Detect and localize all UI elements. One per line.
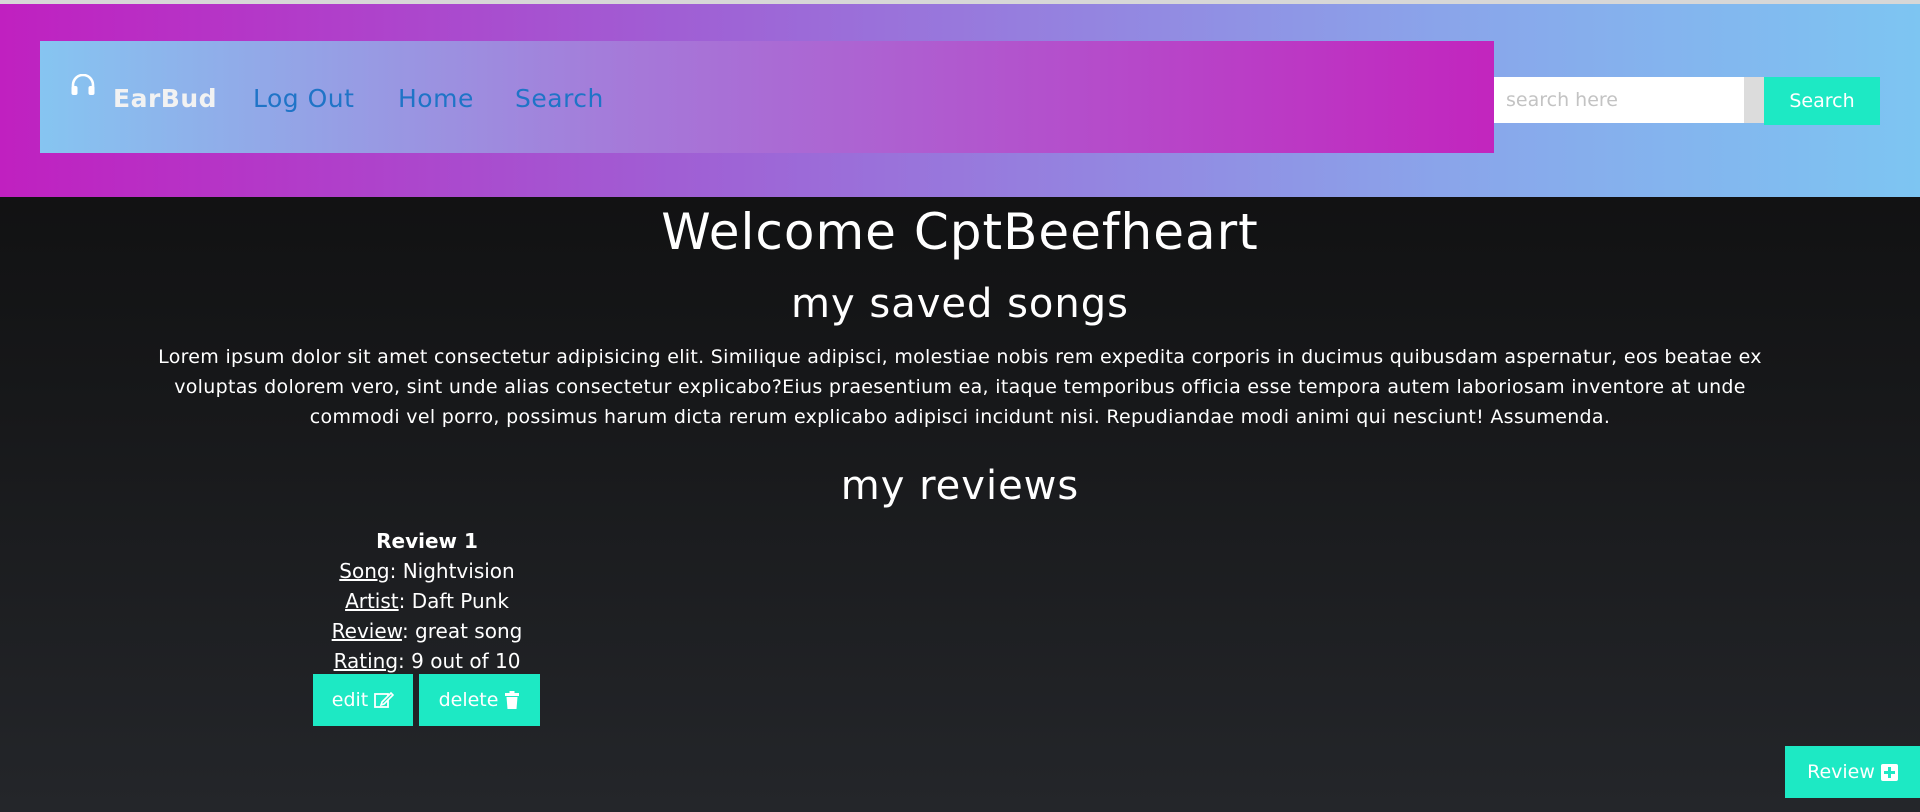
- review-rating-line: Rating: 9 out of 10: [333, 649, 521, 673]
- search-button[interactable]: Search: [1764, 77, 1880, 125]
- review-label: Review: [331, 619, 402, 643]
- artist-value: Daft Punk: [411, 589, 509, 613]
- welcome-heading: Welcome CptBeefheart: [661, 203, 1259, 261]
- saved-songs-text: Lorem ipsum dolor sit amet consectetur a…: [158, 346, 1762, 428]
- review-song-line: Song: Nightvision: [339, 559, 515, 583]
- nav-link-logout[interactable]: Log Out: [253, 84, 354, 113]
- review-artist-line: Artist: Daft Punk: [345, 589, 509, 613]
- saved-songs-heading: my saved songs: [791, 281, 1129, 327]
- search-input[interactable]: [1494, 77, 1744, 123]
- song-value: Nightvision: [402, 559, 515, 583]
- edit-icon: [374, 691, 395, 709]
- delete-button[interactable]: delete: [419, 674, 540, 726]
- plus-square-icon: [1880, 763, 1898, 781]
- add-review-button[interactable]: Review: [1785, 746, 1920, 798]
- trash-icon: [504, 691, 520, 709]
- review-text-line: Review: great song: [331, 619, 523, 643]
- nav-link-search[interactable]: Search: [515, 84, 604, 113]
- reviews-heading: my reviews: [840, 463, 1080, 509]
- rating-label: Rating: [333, 649, 399, 673]
- edit-button[interactable]: edit: [313, 674, 413, 726]
- headphones-icon: [70, 74, 96, 96]
- rating-value: 9 out of 10: [411, 649, 521, 673]
- review-card: Review 1 Song: Nightvision Artist: Daft …: [277, 526, 577, 676]
- review-fab-label: Review: [1807, 761, 1875, 783]
- song-label: Song: [339, 559, 390, 583]
- edit-label: edit: [331, 689, 369, 711]
- artist-label: Artist: [345, 589, 399, 613]
- brand-link[interactable]: EarBud: [113, 84, 217, 113]
- nav-link-home[interactable]: Home: [398, 84, 474, 113]
- review-heading: Review 1: [376, 529, 478, 553]
- review-value: great song: [415, 619, 523, 643]
- delete-label: delete: [438, 689, 499, 711]
- search-divider: [1744, 77, 1764, 123]
